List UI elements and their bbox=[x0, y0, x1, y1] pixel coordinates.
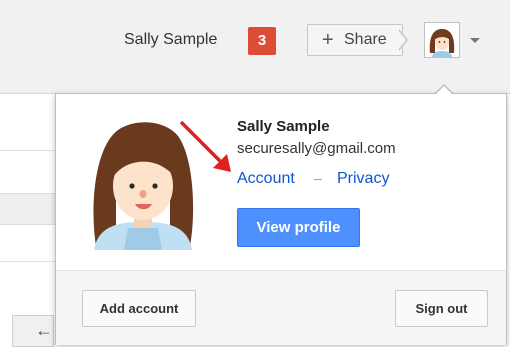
account-link[interactable]: Account bbox=[237, 170, 295, 188]
share-button-arrow-fill bbox=[398, 30, 406, 50]
popup-notch-fill bbox=[435, 86, 453, 95]
arrow-left-icon: ← bbox=[35, 320, 53, 340]
back-button[interactable]: ← bbox=[12, 315, 54, 347]
background-divider bbox=[0, 261, 55, 262]
view-profile-button[interactable]: View profile bbox=[237, 208, 360, 247]
popup-user-email: securesally@gmail.com bbox=[237, 140, 396, 157]
plus-icon: + bbox=[322, 29, 334, 51]
privacy-link[interactable]: Privacy bbox=[337, 170, 389, 188]
background-divider bbox=[0, 150, 55, 151]
account-popup: Sally Sample securesally@gmail.com Accou… bbox=[55, 93, 507, 345]
background-field bbox=[0, 193, 55, 225]
link-separator: – bbox=[314, 170, 322, 186]
chevron-down-icon[interactable] bbox=[470, 38, 480, 43]
header-user-name[interactable]: Sally Sample bbox=[124, 31, 217, 49]
share-button[interactable]: + Share bbox=[307, 24, 403, 56]
top-bar: Sally Sample 3 + Share bbox=[0, 0, 510, 94]
avatar-icon[interactable] bbox=[424, 22, 460, 58]
notification-badge[interactable]: 3 bbox=[248, 27, 276, 55]
popup-user-name: Sally Sample bbox=[237, 118, 330, 135]
popup-footer: Add account Sign out bbox=[56, 270, 506, 345]
sign-out-button[interactable]: Sign out bbox=[395, 290, 488, 327]
share-label: Share bbox=[344, 31, 387, 48]
add-account-button[interactable]: Add account bbox=[82, 290, 196, 327]
red-arrow-icon bbox=[179, 120, 231, 172]
